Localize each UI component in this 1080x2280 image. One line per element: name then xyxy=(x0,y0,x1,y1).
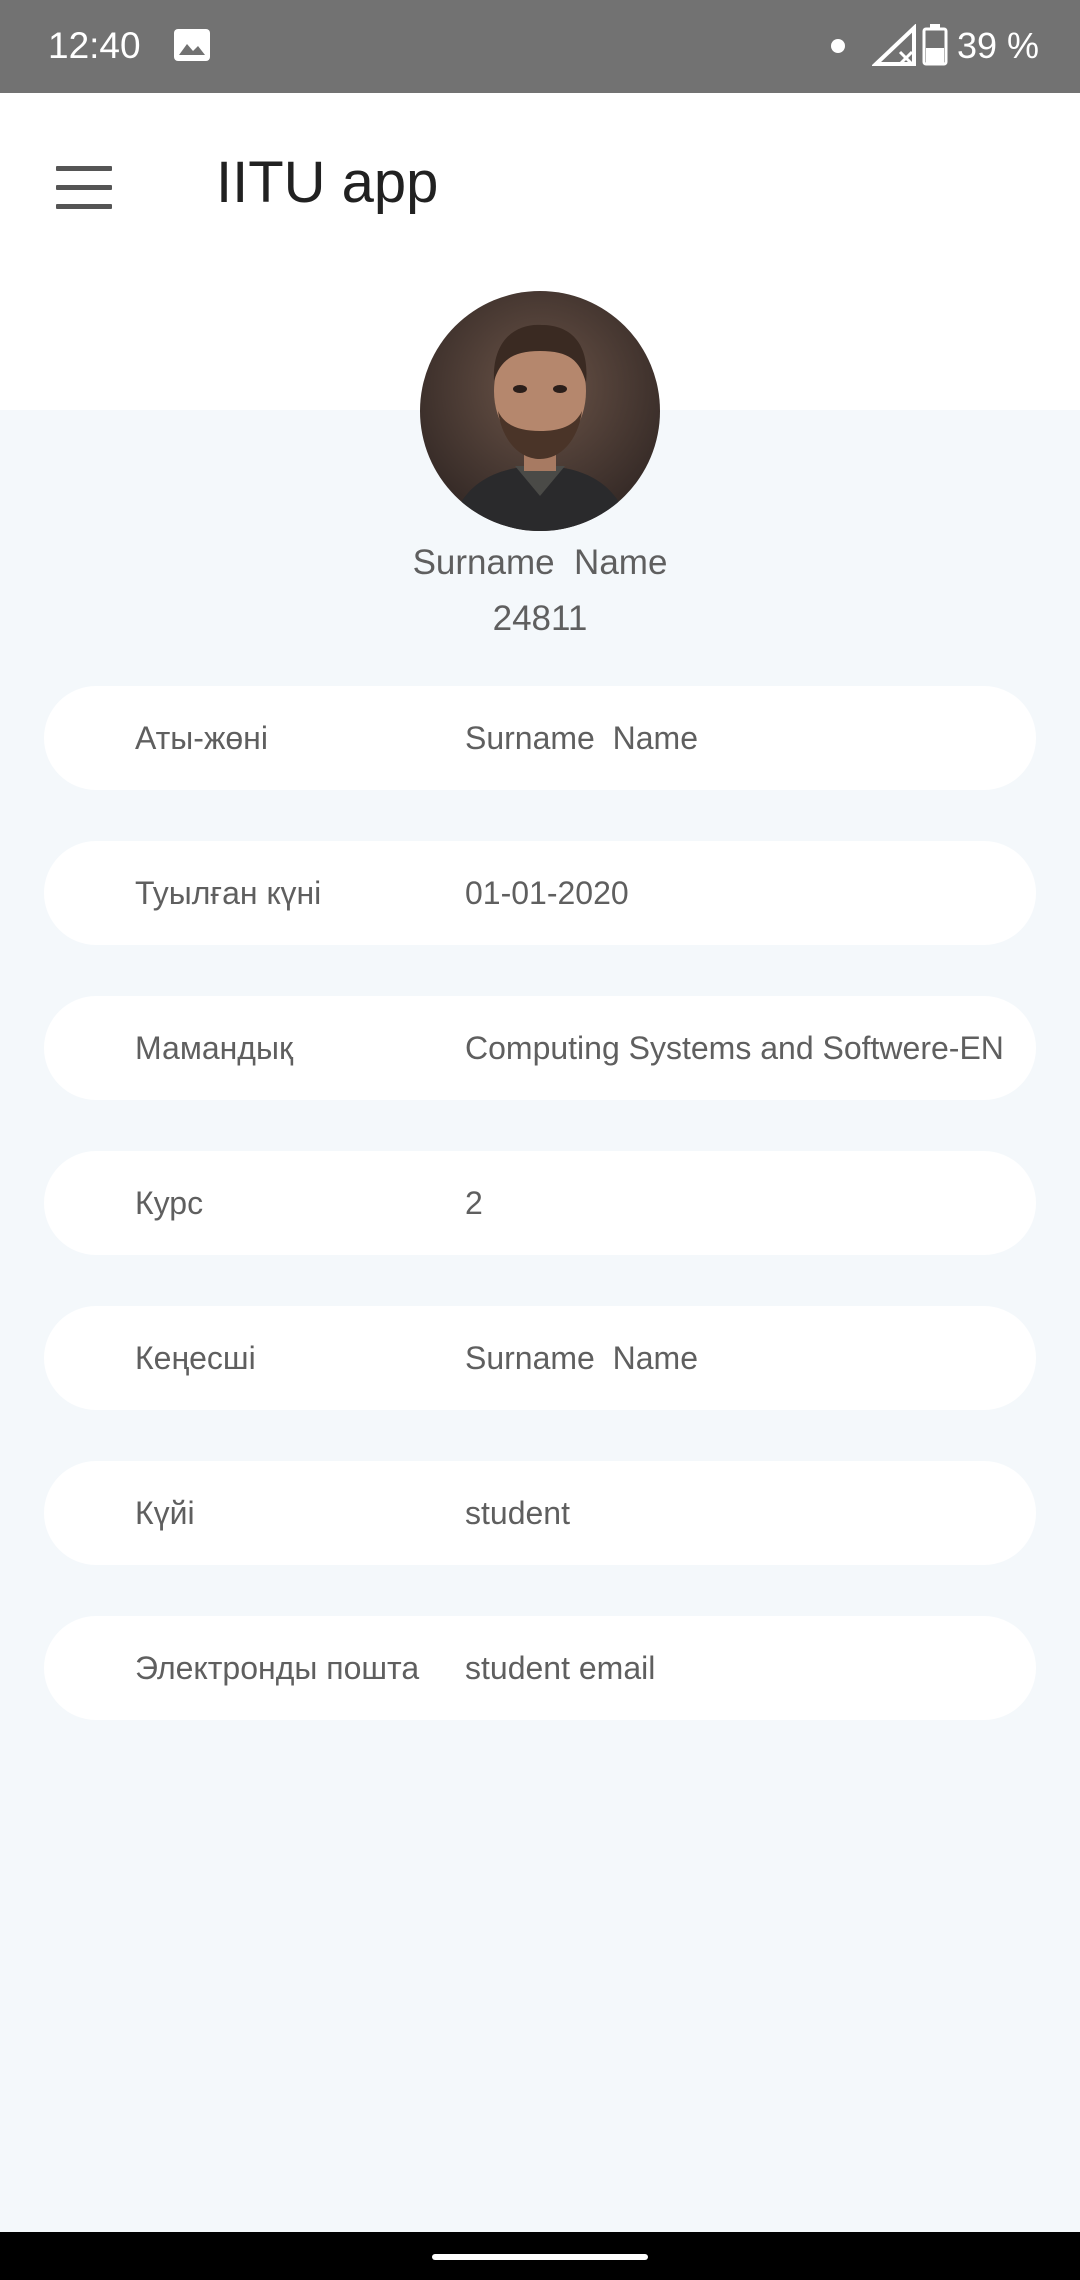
profile-id: 24811 xyxy=(492,599,588,638)
home-indicator[interactable] xyxy=(432,2254,648,2260)
info-label: Кеңесші xyxy=(135,1340,256,1376)
status-bar: 12:40 39 % xyxy=(0,0,1080,93)
info-value: student email xyxy=(465,1650,656,1686)
app-title: IITU app xyxy=(216,150,439,215)
image-icon xyxy=(174,29,210,61)
profile-info-list: Аты-жөні Surname Name Туылған күні 01-01… xyxy=(44,686,1036,1771)
info-row-birth-date: Туылған күні 01-01-2020 xyxy=(44,841,1036,945)
info-value: 2 xyxy=(465,1185,483,1221)
battery-icon xyxy=(922,24,948,66)
notification-dot-icon xyxy=(831,39,845,53)
info-value: 01-01-2020 xyxy=(465,875,629,911)
info-label: Күйі xyxy=(135,1495,195,1531)
info-row-email: Электронды пошта student email xyxy=(44,1616,1036,1720)
info-row-specialty: Мамандық Computing Systems and Softwere-… xyxy=(44,996,1036,1100)
battery-percent: 39 % xyxy=(957,25,1040,66)
info-label: Аты-жөні xyxy=(135,720,268,756)
info-row-status: Күйі student xyxy=(44,1461,1036,1565)
system-nav-bar xyxy=(0,2232,1080,2280)
no-signal-icon xyxy=(872,24,916,66)
info-label: Курс xyxy=(135,1185,204,1221)
info-row-course: Курс 2 xyxy=(44,1151,1036,1255)
info-value: student xyxy=(465,1495,570,1531)
avatar-photo xyxy=(420,291,660,531)
info-label: Электронды пошта xyxy=(135,1650,420,1686)
info-value: Computing Systems and Softwere-EN xyxy=(465,1030,1004,1066)
info-label: Туылған күні xyxy=(135,875,322,911)
info-label: Мамандық xyxy=(135,1030,293,1066)
info-row-full-name: Аты-жөні Surname Name xyxy=(44,686,1036,790)
status-time: 12:40 xyxy=(48,25,141,66)
hamburger-menu-icon[interactable] xyxy=(40,143,128,231)
info-row-advisor: Кеңесші Surname Name xyxy=(44,1306,1036,1410)
info-value: Surname Name xyxy=(465,720,698,756)
profile-name: Surname Name xyxy=(412,543,668,582)
avatar xyxy=(420,291,660,531)
info-value: Surname Name xyxy=(465,1340,698,1376)
